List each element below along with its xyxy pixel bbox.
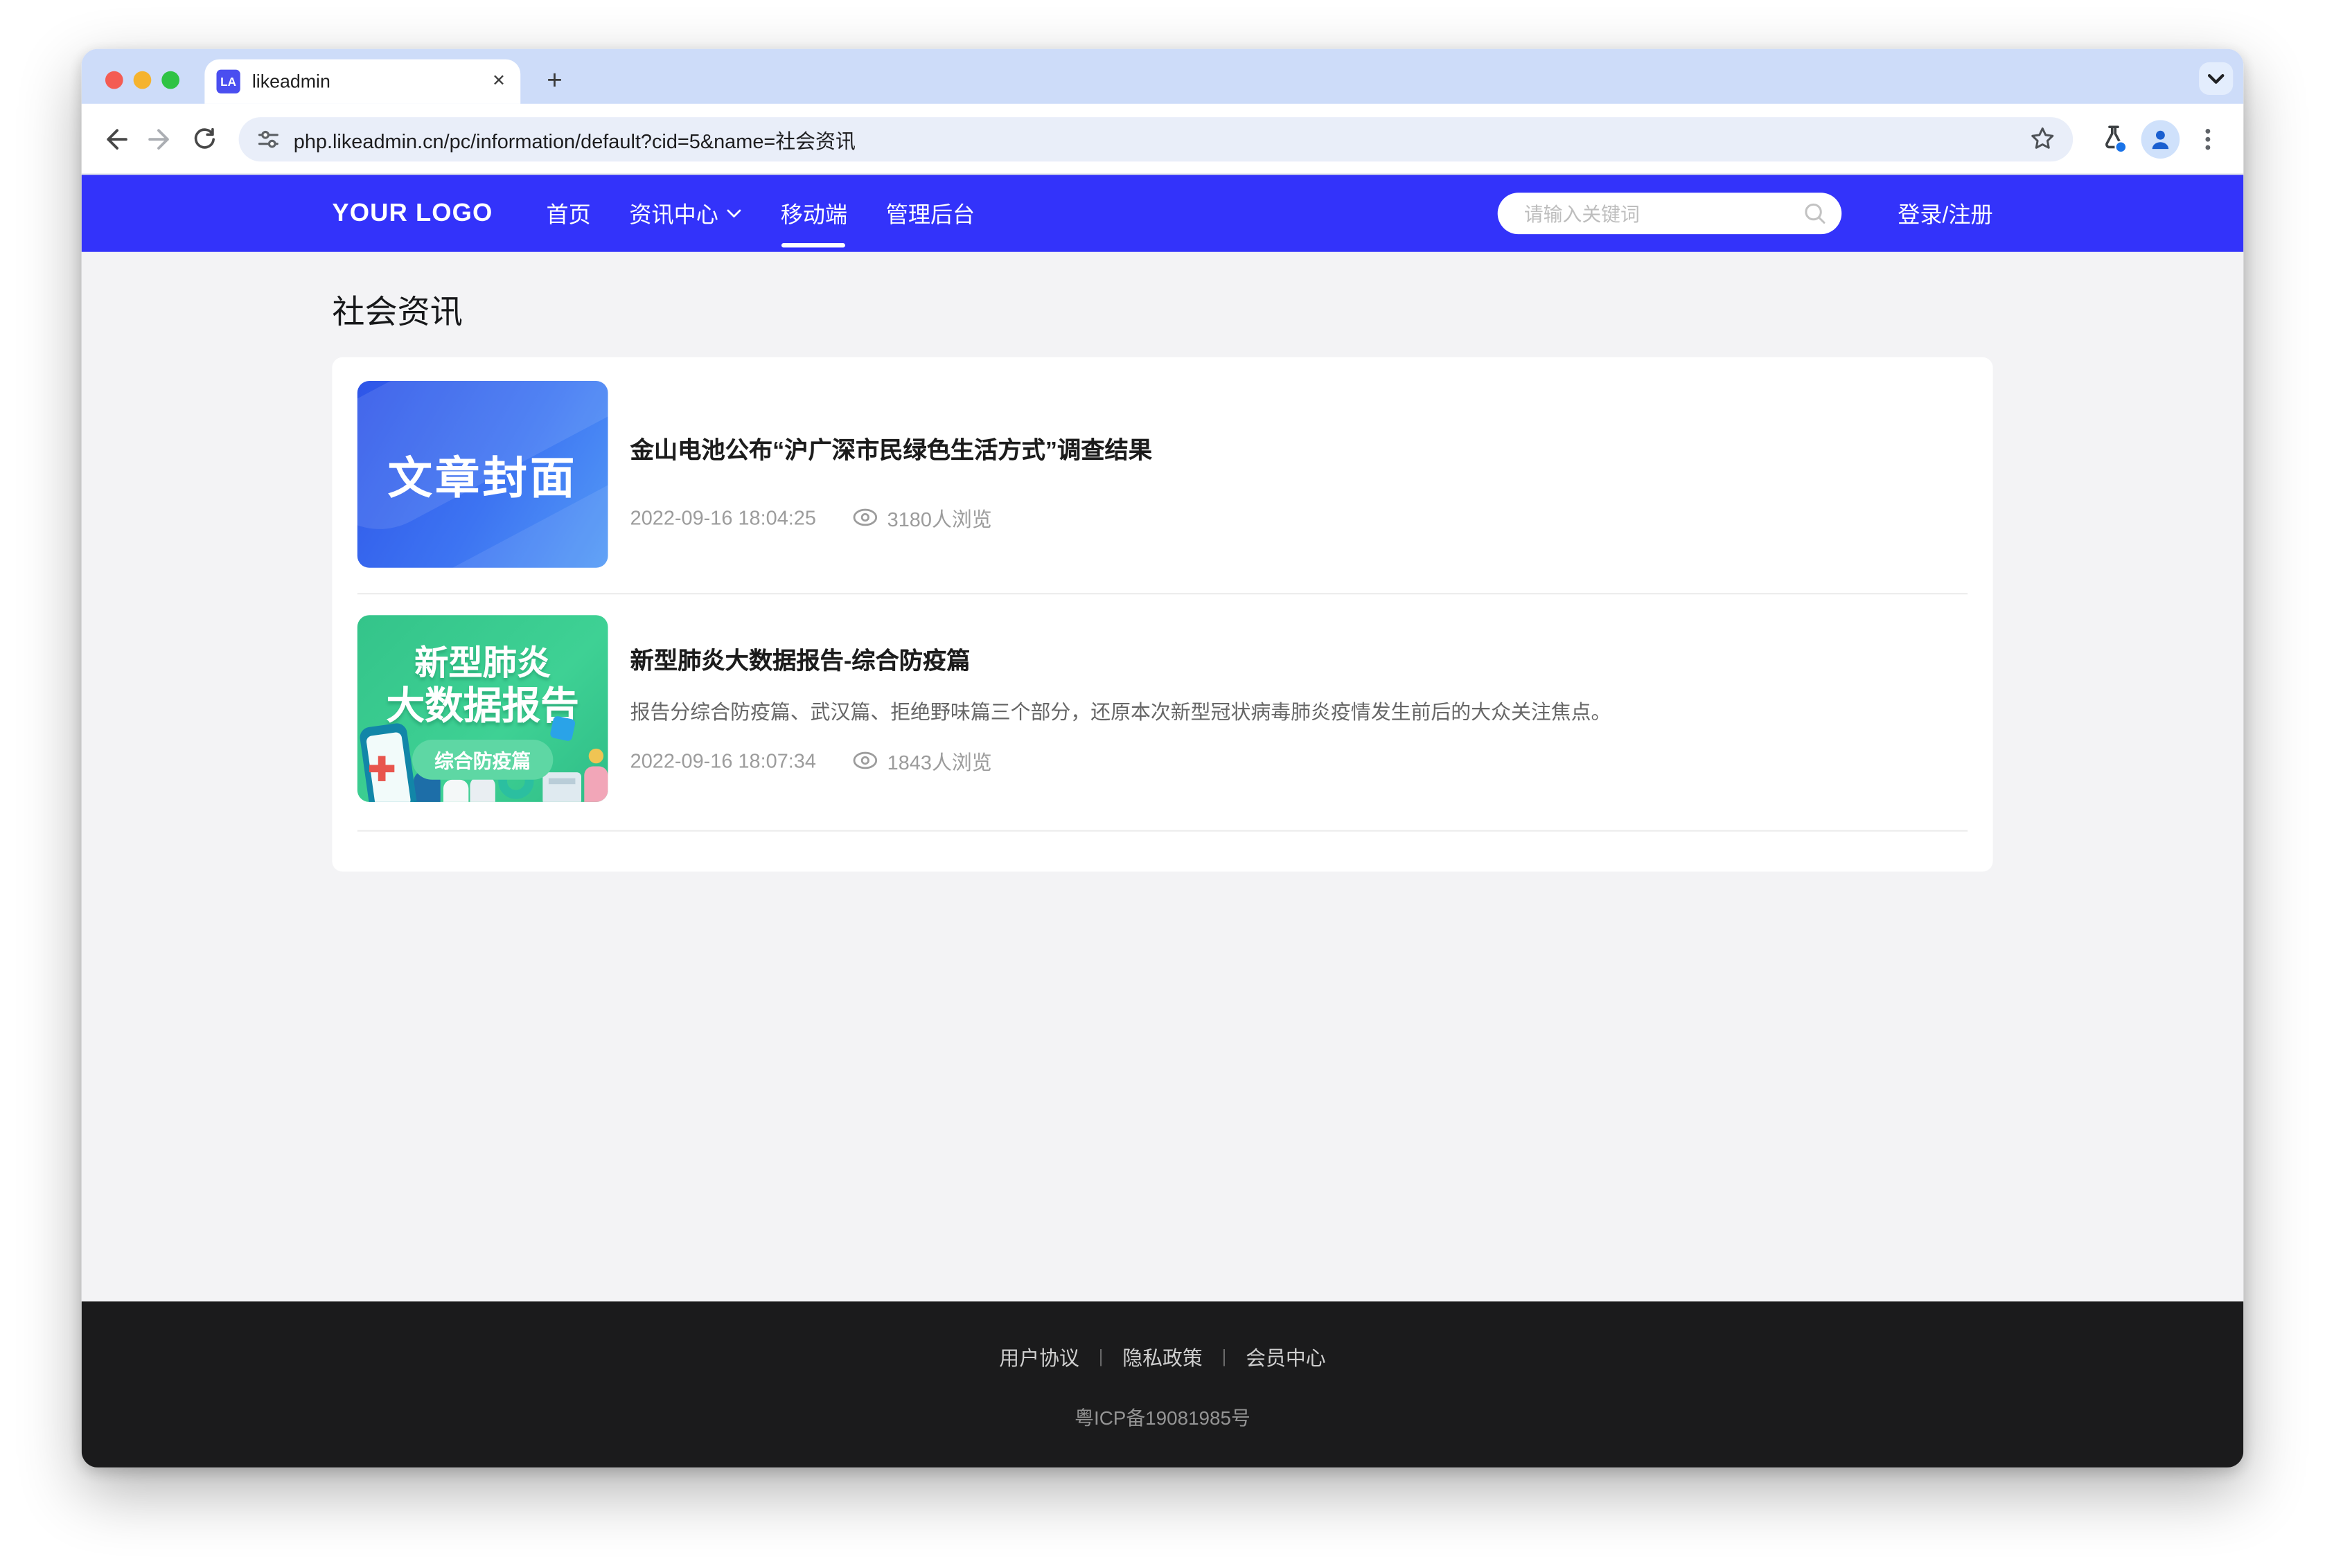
- article-title[interactable]: 新型肺炎大数据报告-综合防疫篇: [630, 641, 1968, 676]
- site-footer: 用户协议 | 隐私政策 | 会员中心 粤ICP备19081985号: [82, 1301, 2244, 1468]
- bookmark-star-icon[interactable]: [2030, 126, 2055, 151]
- screenshot-stage: LA likeadmin ✕ +: [0, 0, 2325, 1568]
- illustration-person: [584, 767, 608, 802]
- footer-divider: |: [1099, 1346, 1104, 1366]
- page-title: 社会资讯: [332, 286, 1992, 333]
- views-count: 3180人浏览: [887, 503, 992, 533]
- menu-icon[interactable]: [2186, 116, 2230, 161]
- tab-title: likeadmin: [252, 71, 330, 92]
- zoom-window-button[interactable]: [161, 71, 179, 89]
- tab-strip: LA likeadmin ✕ +: [82, 49, 2244, 104]
- tab-close-icon[interactable]: ✕: [492, 73, 506, 90]
- browser-window: LA likeadmin ✕ +: [82, 49, 2244, 1468]
- search-box: [1497, 193, 1841, 234]
- nav-item-home[interactable]: 首页: [546, 198, 590, 229]
- illustration-fingerprint: [549, 715, 576, 742]
- illustration-person: [470, 777, 495, 802]
- footer-links: 用户协议 | 隐私政策 | 会员中心: [999, 1342, 1325, 1371]
- nav-item-admin[interactable]: 管理后台: [886, 198, 975, 229]
- new-tab-button[interactable]: +: [536, 62, 574, 100]
- illustration-box: [542, 772, 581, 802]
- illustration-phone: [359, 722, 418, 801]
- article-views: 1843人浏览: [853, 746, 991, 776]
- browser-tab[interactable]: LA likeadmin ✕: [204, 60, 520, 104]
- site-header: YOUR LOGO 首页 资讯中心 移动端 管理后台: [82, 175, 2244, 252]
- profile-avatar[interactable]: [2141, 119, 2180, 158]
- article-thumbnail[interactable]: 新型肺炎 大数据报告 综合防疫篇: [357, 615, 608, 802]
- site-logo[interactable]: YOUR LOGO: [332, 199, 493, 229]
- site-favicon: LA: [216, 70, 240, 93]
- article-description: 报告分综合防疫篇、武汉篇、拒绝野味篇三个部分，还原本次新型冠状病毒肺炎疫情发生前…: [630, 695, 1968, 725]
- article-meta: 2022-09-16 18:07:34 1843人浏览: [630, 746, 1968, 776]
- site-info-icon[interactable]: [256, 127, 280, 150]
- footer-divider: |: [1222, 1346, 1227, 1366]
- article-thumbnail[interactable]: 文章封面: [357, 381, 608, 568]
- icp-record-number: 粤ICP备19081985号: [1075, 1402, 1250, 1431]
- footer-link-user-agreement[interactable]: 用户协议: [999, 1342, 1079, 1371]
- experiments-flask-icon[interactable]: [2091, 116, 2135, 161]
- reload-button[interactable]: [182, 116, 227, 161]
- illustration-person: [443, 780, 468, 802]
- window-controls: [105, 71, 179, 89]
- article-views: 3180人浏览: [853, 503, 991, 533]
- article-date: 2022-09-16 18:07:34: [630, 749, 816, 772]
- nav-item-news-center[interactable]: 资讯中心: [629, 198, 742, 229]
- thumbnail-badge: 综合防疫篇: [412, 740, 553, 780]
- main-nav: 首页 资讯中心 移动端 管理后台: [546, 198, 975, 229]
- article-date: 2022-09-16 18:04:25: [630, 506, 816, 528]
- search-icon[interactable]: [1803, 202, 1826, 225]
- article-title[interactable]: 金山电池公布“沪广深市民绿色生活方式”调查结果: [630, 430, 1968, 465]
- thumbnail-cover-text: 文章封面: [388, 442, 578, 507]
- views-count: 1843人浏览: [887, 746, 992, 776]
- back-button[interactable]: [94, 116, 138, 161]
- search-input[interactable]: [1521, 201, 1803, 226]
- minimize-window-button[interactable]: [134, 71, 152, 89]
- footer-link-member-center[interactable]: 会员中心: [1246, 1342, 1326, 1371]
- browser-toolbar: php.likeadmin.cn/pc/information/default?…: [82, 104, 2244, 175]
- page-body: 社会资讯 文章封面 金山电池公布“沪广深市民绿色生活方式”调查结果 2022-0…: [82, 252, 2244, 1301]
- nav-item-mobile[interactable]: 移动端: [781, 198, 847, 229]
- url-text[interactable]: php.likeadmin.cn/pc/information/default?…: [294, 124, 2018, 154]
- article-row[interactable]: 文章封面 金山电池公布“沪广深市民绿色生活方式”调查结果 2022-09-16 …: [357, 381, 1968, 594]
- article-meta: 2022-09-16 18:04:25 3180人浏览: [630, 503, 1968, 533]
- chevron-down-icon: [727, 208, 742, 219]
- article-row[interactable]: 新型肺炎 大数据报告 综合防疫篇: [357, 594, 1968, 831]
- illustration-red-cross: [378, 756, 386, 781]
- eye-icon: [853, 508, 878, 526]
- tab-search-button[interactable]: [2199, 62, 2233, 95]
- close-window-button[interactable]: [105, 71, 123, 89]
- forward-button[interactable]: [138, 116, 182, 161]
- chevron-down-icon: [2208, 73, 2225, 84]
- url-bar[interactable]: php.likeadmin.cn/pc/information/default?…: [239, 116, 2074, 161]
- illustration-person: [589, 749, 603, 763]
- article-list-card: 文章封面 金山电池公布“沪广深市民绿色生活方式”调查结果 2022-09-16 …: [332, 357, 1992, 872]
- thumbnail-cover-text: 新型肺炎: [357, 634, 608, 685]
- eye-icon: [853, 751, 878, 769]
- login-register-link[interactable]: 登录/注册: [1898, 198, 1992, 229]
- footer-link-privacy-policy[interactable]: 隐私政策: [1122, 1342, 1203, 1371]
